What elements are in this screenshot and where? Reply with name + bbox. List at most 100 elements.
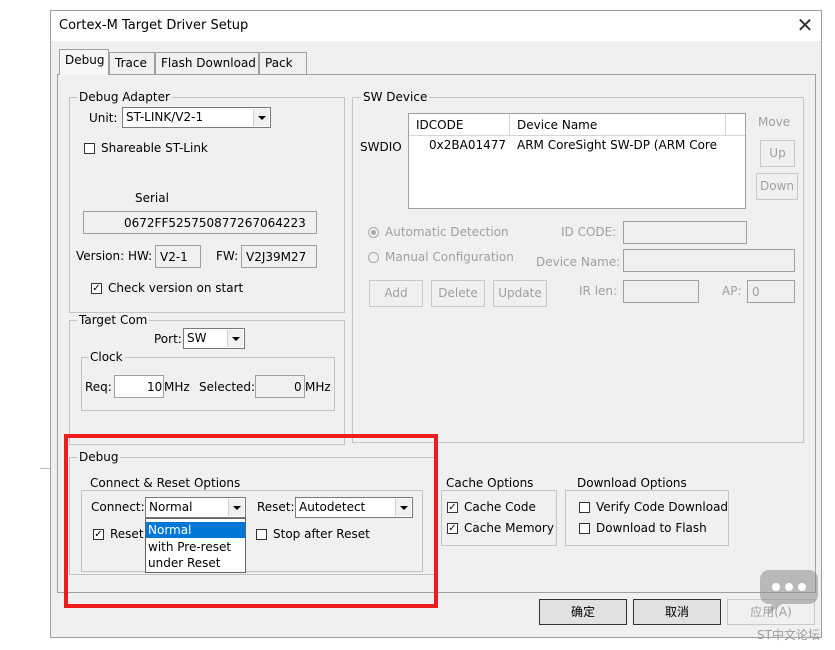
device-name-field[interactable] — [623, 249, 795, 272]
watermark-text: ST中文论坛 — [757, 628, 820, 642]
port-value: SW — [187, 331, 207, 345]
selected-label: Selected: — [199, 380, 256, 394]
add-label: Add — [384, 286, 408, 300]
download-options-label: Download Options — [575, 476, 689, 490]
req-label: Req: — [85, 380, 112, 394]
cache-memory-label: Cache Memory — [464, 521, 554, 535]
verify-code-download-label: Verify Code Download — [596, 500, 729, 514]
ok-label: 确定 — [570, 605, 595, 619]
tab-flash-download[interactable]: Flash Download — [155, 52, 259, 74]
column-divider — [509, 114, 510, 135]
shareable-st-link-label: Shareable ST-Link — [101, 141, 208, 155]
swdio-label: SWDIO — [360, 140, 402, 154]
close-icon[interactable]: ✕ — [793, 13, 817, 37]
down-label: Down — [759, 179, 794, 193]
selected-value: 0 — [294, 380, 302, 394]
cancel-label: 取消 — [664, 605, 689, 619]
add-button[interactable]: Add — [369, 280, 423, 307]
ap-label: AP: — [722, 284, 742, 298]
fw-version-value: V2J39M27 — [246, 250, 307, 264]
port-label: Port: — [154, 332, 182, 346]
hw-version-value: V2-1 — [160, 250, 188, 264]
sw-device-label: SW Device — [361, 90, 430, 104]
tab-pack[interactable]: Pack — [259, 52, 307, 74]
table-row[interactable]: 0x2BA01477 ARM CoreSight SW-DP (ARM Core — [409, 138, 745, 156]
download-options-group — [565, 490, 729, 546]
unit-value: ST-LINK/V2-1 — [126, 110, 204, 124]
checkmark-icon: ✓ — [448, 523, 457, 534]
delete-button[interactable]: Delete — [431, 280, 485, 307]
update-button[interactable]: Update — [493, 280, 547, 307]
background-edge-line — [40, 468, 50, 469]
sw-device-table: IDCODE Device Name 0x2BA01477 ARM CoreSi… — [408, 113, 746, 209]
delete-label: Delete — [438, 286, 478, 300]
chevron-down-icon — [253, 109, 269, 126]
update-label: Update — [498, 286, 542, 300]
serial-label: Serial — [135, 191, 169, 205]
check-version-checkbox[interactable]: ✓ — [91, 283, 102, 294]
down-button[interactable]: Down — [756, 173, 798, 200]
selected-unit-label: MHz — [305, 380, 331, 394]
ir-len-label: IR len: — [579, 284, 618, 298]
cancel-button[interactable]: 取消 — [633, 599, 721, 625]
chat-bubble-icon — [758, 568, 820, 616]
unit-select[interactable]: ST-LINK/V2-1 — [122, 107, 271, 128]
device-name-label: Device Name: — [536, 255, 621, 269]
target-com-label: Target Com — [77, 313, 150, 327]
ok-button[interactable]: 确定 — [539, 599, 627, 625]
shareable-st-link-checkbox[interactable] — [84, 143, 95, 154]
up-button[interactable]: Up — [760, 140, 795, 167]
column-divider — [725, 114, 726, 135]
port-select[interactable]: SW — [183, 328, 245, 349]
req-unit-label: MHz — [164, 380, 190, 394]
cache-code-label: Cache Code — [464, 500, 536, 514]
req-input[interactable]: 10 — [114, 375, 164, 398]
row-idcode: 0x2BA01477 — [429, 138, 506, 152]
ap-value: 0 — [752, 285, 760, 299]
fw-version-field: V2J39M27 — [241, 245, 317, 268]
cache-options-label: Cache Options — [444, 476, 536, 490]
unit-label: Unit: — [89, 111, 118, 125]
cache-memory-checkbox[interactable]: ✓ — [447, 523, 458, 534]
tab-label: Debug — [65, 53, 105, 67]
download-to-flash-label: Download to Flash — [596, 521, 707, 535]
clock-label: Clock — [88, 350, 125, 364]
cache-code-checkbox[interactable]: ✓ — [447, 502, 458, 513]
download-to-flash-checkbox[interactable] — [579, 523, 590, 534]
automatic-detection-label: Automatic Detection — [385, 225, 509, 239]
tab-label: Flash Download — [161, 56, 256, 70]
cache-options-group — [441, 490, 557, 546]
title-bar: Cortex-M Target Driver Setup ✕ — [51, 11, 821, 41]
req-value: 10 — [147, 380, 163, 394]
table-header: IDCODE Device Name — [409, 114, 745, 136]
manual-configuration-radio[interactable] — [368, 252, 379, 263]
ap-field[interactable]: 0 — [747, 280, 795, 303]
automatic-detection-radio[interactable] — [368, 227, 379, 238]
hw-version-field: V2-1 — [155, 245, 201, 268]
fw-label: FW: — [216, 249, 239, 263]
tab-trace[interactable]: Trace — [109, 52, 155, 74]
id-code-field[interactable] — [623, 221, 747, 244]
move-label: Move — [758, 115, 791, 129]
manual-configuration-label: Manual Configuration — [385, 250, 514, 264]
tab-label: Trace — [115, 56, 147, 70]
highlight-box — [64, 434, 438, 608]
serial-field: 0672FF525750877267064223 — [83, 211, 317, 234]
version-hw-label: Version: HW: — [76, 249, 153, 263]
checkmark-icon: ✓ — [92, 283, 101, 294]
column-header-idcode[interactable]: IDCODE — [416, 118, 463, 132]
id-code-label: ID CODE: — [561, 225, 617, 239]
checkmark-icon: ✓ — [448, 502, 457, 513]
chevron-down-icon — [227, 330, 243, 347]
tab-debug[interactable]: Debug — [59, 49, 109, 75]
column-header-device-name[interactable]: Device Name — [517, 118, 597, 132]
serial-value: 0672FF525750877267064223 — [124, 216, 306, 230]
debug-adapter-label: Debug Adapter — [77, 90, 172, 104]
window-title: Cortex-M Target Driver Setup — [59, 18, 249, 33]
tab-label: Pack — [265, 56, 293, 70]
verify-code-download-checkbox[interactable] — [579, 502, 590, 513]
up-label: Up — [769, 146, 786, 160]
row-device-name: ARM CoreSight SW-DP (ARM Core — [517, 138, 717, 152]
check-version-label: Check version on start — [108, 281, 244, 295]
ir-len-field[interactable] — [623, 280, 699, 303]
